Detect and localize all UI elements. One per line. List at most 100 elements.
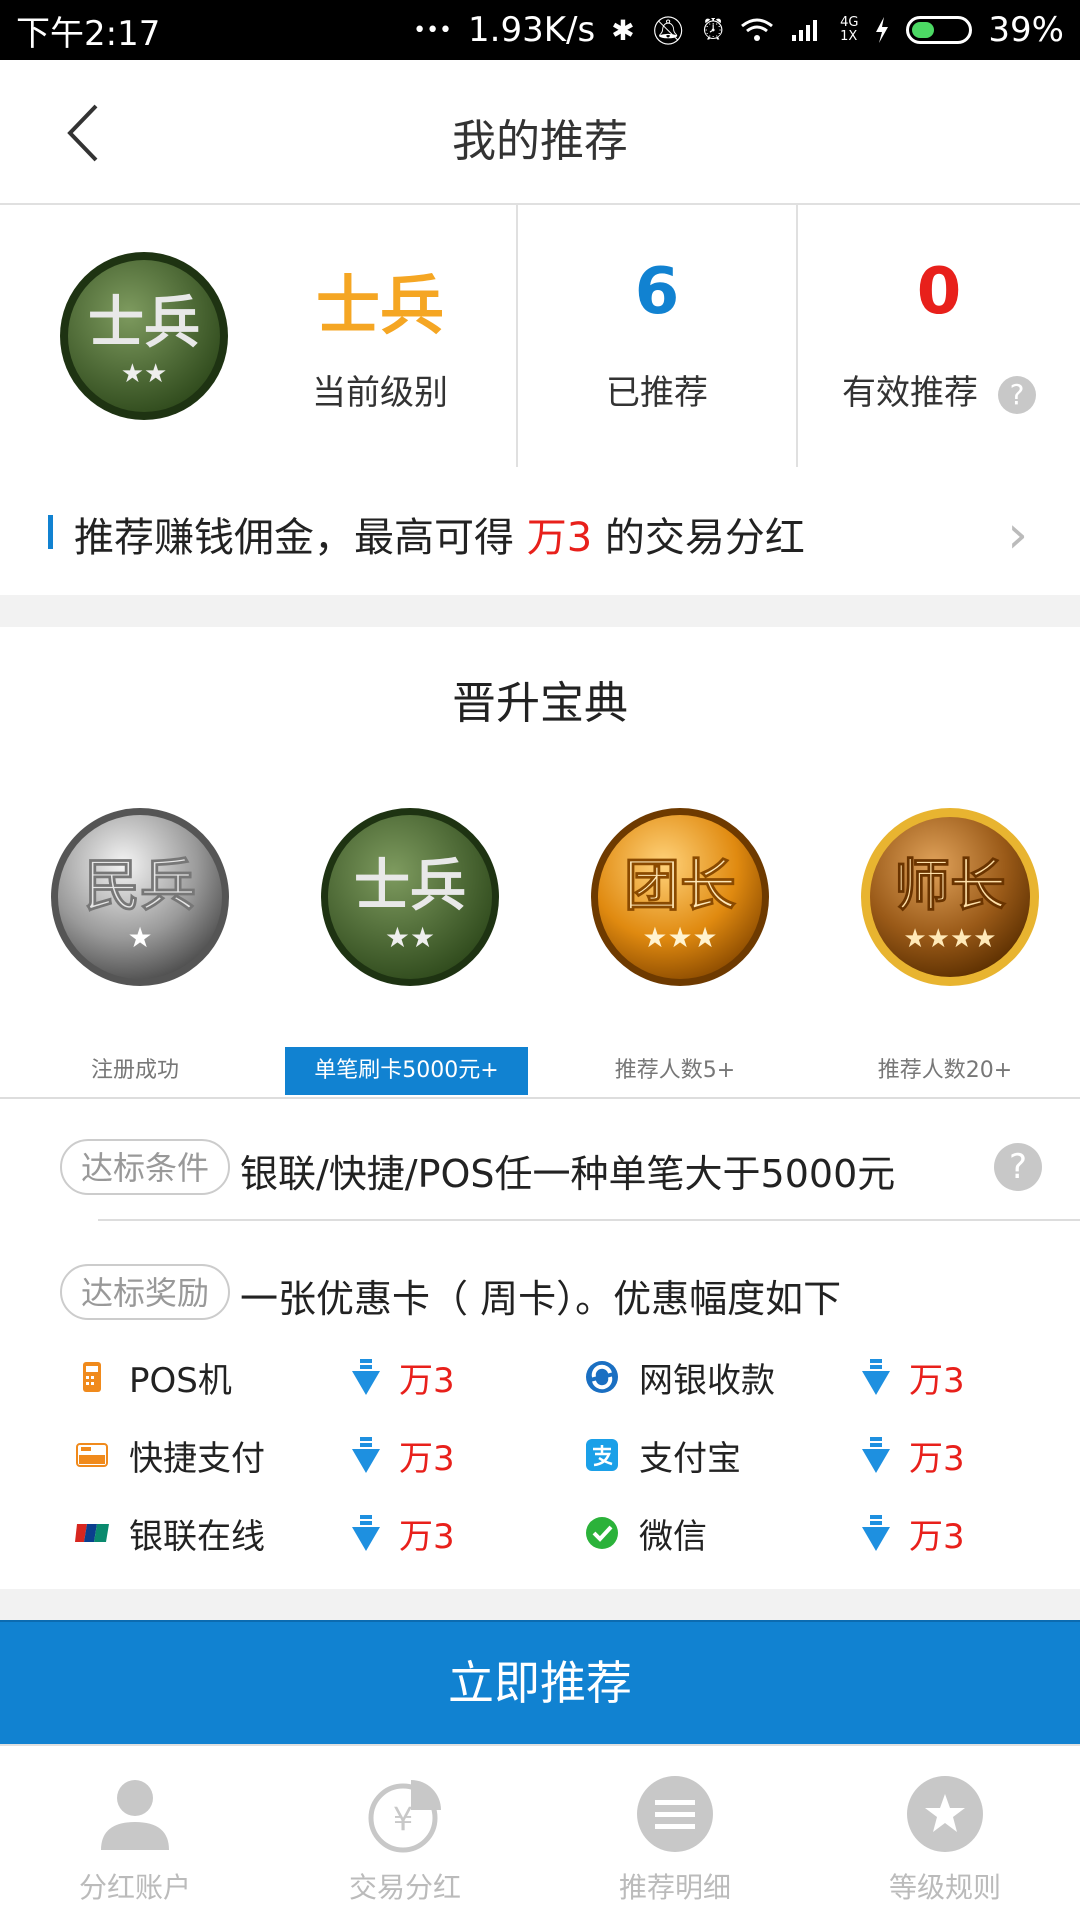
medal-soldier-stars: ★★: [385, 921, 435, 954]
rate-value-online-bank: 万3: [909, 1360, 965, 1401]
yuan-chart-icon: ¥: [368, 1780, 441, 1853]
stats-panel: 士兵 ★★ 士兵 当前级别 6 已推荐 0 有效推荐?: [0, 205, 1080, 469]
current-level-label: 当前级别: [312, 373, 448, 413]
recommended-cell[interactable]: 6 已推荐: [518, 205, 798, 467]
promo-text: 推荐赚钱佣金，最高可得 万3 的交易分红: [74, 505, 805, 563]
rate-name-online-bank: 网银收款: [639, 1360, 775, 1401]
unionpay-icon: [75, 1524, 109, 1542]
current-level-medal-stars: ★★: [121, 359, 168, 389]
current-level-medal-text: 士兵: [88, 291, 200, 356]
level-tabs: 注册成功 单笔刷卡5000元+ 推荐人数5+ 推荐人数20+: [0, 1047, 1080, 1099]
promo-accent-bar: [48, 515, 53, 549]
down-arrow-icon: [352, 1515, 380, 1551]
nav-bar: 我的推荐: [0, 60, 1080, 205]
valid-recommend-help-icon[interactable]: ?: [998, 375, 1036, 414]
valid-recommend-label-row: 有效推荐?: [798, 365, 1080, 414]
promo-highlight: 万3: [526, 515, 593, 561]
valid-recommend-cell[interactable]: 0 有效推荐?: [798, 205, 1080, 467]
signal-icon: [792, 20, 818, 41]
guide-title: 晋升宝典: [452, 678, 628, 729]
tab-level-rules[interactable]: 等级规则: [810, 1746, 1080, 1922]
recommended-count: 6: [634, 255, 680, 329]
rate-value-quick-pay: 万3: [399, 1438, 455, 1479]
medal-division-name: 师长: [894, 854, 1006, 919]
tab-recommend-detail[interactable]: 推荐明细: [540, 1746, 810, 1922]
tab-recommend-5[interactable]: 推荐人数5+: [560, 1047, 790, 1095]
medal-militia-icon[interactable]: 民兵 ★: [50, 807, 230, 987]
down-arrow-icon: [352, 1437, 380, 1473]
current-level-medal-icon: 士兵 ★★: [60, 252, 228, 420]
rate-value-wechat: 万3: [909, 1516, 965, 1557]
down-arrow-icon: [862, 1515, 890, 1551]
alarm-icon: ⏰︎: [702, 13, 725, 46]
condition-text: 银联/快捷/POS任一种单笔大于5000元: [240, 1152, 896, 1196]
down-arrow-icon: [862, 1437, 890, 1473]
pos-machine-icon: [83, 1362, 101, 1392]
tab-label-trade-dividend: 交易分红: [348, 1871, 461, 1904]
reward-tag: 达标奖励: [60, 1264, 230, 1320]
medal-soldier-icon[interactable]: 士兵 ★★: [320, 807, 500, 987]
mute-icon: 🔕︎: [650, 13, 687, 47]
network-type-top: 4G: [840, 15, 859, 30]
tab-single-swipe[interactable]: 单笔刷卡5000元+: [285, 1047, 528, 1095]
page-title: 我的推荐: [452, 116, 628, 167]
tab-dividend-account[interactable]: 分红账户: [0, 1746, 270, 1922]
reward-row: 达标奖励 一张优惠卡（ 周卡）。优惠幅度如下: [0, 1252, 1080, 1332]
bluetooth-icon: ✱: [611, 13, 635, 47]
status-speed: 1.93K/s: [468, 10, 596, 50]
rate-item-pos: POS机 万3: [75, 1347, 455, 1407]
rate-item-online-bank: 网银收款 万3: [585, 1347, 965, 1407]
rate-name-pos: POS机: [129, 1360, 232, 1401]
rate-name-unionpay: 银联在线: [129, 1516, 265, 1557]
battery-level: 39%: [988, 10, 1064, 50]
medal-division-icon[interactable]: 师长 ★★★★: [860, 807, 1040, 987]
rate-item-alipay: 支付宝 万3: [585, 1425, 965, 1485]
rate-item-unionpay: 银联在线 万3: [75, 1503, 455, 1563]
commission-promo-row[interactable]: 推荐赚钱佣金，最高可得 万3 的交易分红 ›: [0, 467, 1080, 595]
rate-name-quick-pay: 快捷支付: [129, 1438, 265, 1479]
current-level-text-wrap: 士兵 当前级别: [250, 205, 510, 467]
promotion-guide-panel: 晋升宝典 民兵 ★ 士兵 ★★ 团长 ★★★ 师长 ★★★★ 注册成功 单笔刷卡…: [0, 627, 1080, 1589]
network-type-bottom: 1X: [840, 29, 858, 44]
tab-trade-dividend[interactable]: ¥ 交易分红: [270, 1746, 540, 1922]
chevron-right-icon: ›: [1007, 505, 1028, 565]
rate-item-wechat: 微信 万3: [585, 1503, 965, 1563]
list-icon: [637, 1776, 713, 1852]
rate-value-pos: 万3: [399, 1360, 455, 1401]
online-bank-icon: [586, 1361, 618, 1393]
tab-register[interactable]: 注册成功: [20, 1047, 250, 1095]
quick-pay-icon: [76, 1443, 108, 1467]
recommend-now-button[interactable]: 立即推荐: [0, 1620, 1080, 1744]
rate-value-alipay: 万3: [909, 1438, 965, 1479]
condition-help-icon[interactable]: ?: [994, 1143, 1042, 1191]
down-arrow-icon: [352, 1359, 380, 1395]
current-level-value: 士兵: [316, 270, 444, 344]
status-dots: •••: [413, 17, 453, 43]
reward-text: 一张优惠卡（ 周卡）。优惠幅度如下: [240, 1277, 842, 1321]
tab-recommend-20[interactable]: 推荐人数20+: [830, 1047, 1060, 1095]
promo-text-after: 的交易分红: [592, 515, 805, 561]
medal-militia-stars: ★: [127, 921, 152, 954]
promo-text-before: 推荐赚钱佣金，最高可得: [74, 515, 527, 561]
battery-icon: [906, 16, 973, 44]
tab-label-dividend-account: 分红账户: [78, 1871, 191, 1904]
star-icon: [907, 1776, 983, 1852]
down-arrow-icon: [862, 1359, 890, 1395]
alipay-icon: [586, 1439, 618, 1471]
bottom-tab-bar: 分红账户 ¥ 交易分红 推荐明细 等级规则: [0, 1744, 1080, 1922]
rate-name-alipay: 支付宝: [639, 1438, 741, 1479]
user-icon: [101, 1780, 169, 1850]
tab-label-recommend-detail: 推荐明细: [618, 1871, 731, 1904]
status-icons: ••• 1.93K/s ✱ 🔕︎ ⏰︎ 4G 1X 39%: [413, 10, 1064, 50]
condition-row: 达标条件 银联/快捷/POS任一种单笔大于5000元 ?: [0, 1127, 1080, 1207]
medal-row: 民兵 ★ 士兵 ★★ 团长 ★★★ 师长 ★★★★: [0, 807, 1080, 997]
rate-item-quick-pay: 快捷支付 万3: [75, 1425, 455, 1485]
tab-label-level-rules: 等级规则: [888, 1871, 1001, 1904]
medal-captain-name: 团长: [624, 854, 736, 919]
charging-icon: [876, 17, 889, 43]
medal-soldier-name: 士兵: [354, 854, 466, 919]
wechat-icon: [586, 1517, 618, 1549]
condition-tag: 达标条件: [60, 1139, 230, 1195]
medal-captain-icon[interactable]: 团长 ★★★: [590, 807, 770, 987]
rate-name-wechat: 微信: [639, 1516, 707, 1557]
